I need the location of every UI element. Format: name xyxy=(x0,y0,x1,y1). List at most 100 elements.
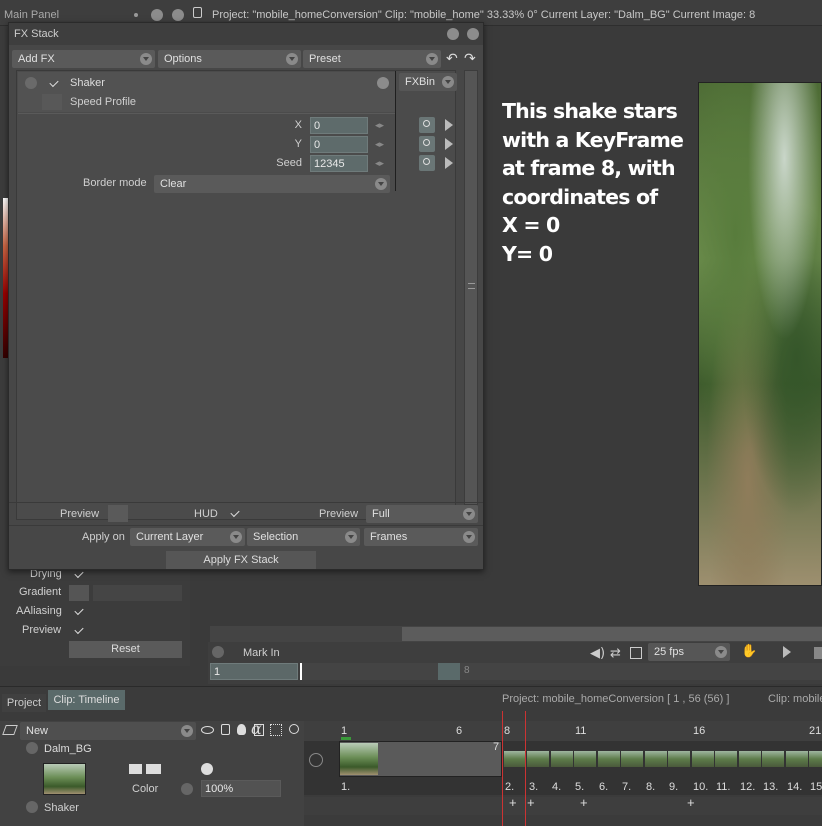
param-y-stepper-icon[interactable]: ◂▸ xyxy=(375,139,384,150)
tab-project[interactable]: Project xyxy=(2,694,46,712)
layers-icon[interactable] xyxy=(2,725,18,735)
color-dot-icon[interactable] xyxy=(201,763,213,775)
new-layer-dropdown[interactable]: New xyxy=(20,722,196,740)
reset-button[interactable]: Reset xyxy=(69,641,182,658)
undo-icon[interactable]: ↶ xyxy=(446,51,458,67)
stop-icon[interactable] xyxy=(814,647,822,659)
close-icon[interactable] xyxy=(467,28,479,40)
frame-7-label: 7 xyxy=(493,741,500,753)
gradient-swatch[interactable] xyxy=(69,585,89,601)
preview-mode-dropdown[interactable]: Full xyxy=(366,505,478,523)
param-seed-input[interactable]: 12345 xyxy=(310,155,368,172)
hand-icon[interactable]: ✋ xyxy=(741,644,757,659)
zoom-icon[interactable] xyxy=(289,724,299,734)
mark-in-icon[interactable] xyxy=(212,646,224,658)
param-y-key-icon[interactable] xyxy=(419,136,435,152)
fxbin-dropdown[interactable]: FXBin xyxy=(399,73,457,91)
play-icon[interactable] xyxy=(783,646,791,658)
redo-icon[interactable]: ↷ xyxy=(464,51,476,67)
frame-thumb xyxy=(574,751,596,767)
options-label: Options xyxy=(164,53,202,65)
chevron-down-icon xyxy=(715,646,727,658)
border-mode-label: Border mode xyxy=(83,177,147,189)
options-dropdown[interactable]: Options xyxy=(158,50,301,68)
ruler-tick: 16 xyxy=(693,725,706,737)
minimize-icon[interactable] xyxy=(447,28,459,40)
frame-label: 5. xyxy=(575,781,585,793)
chevron-down-icon xyxy=(375,178,387,190)
param-x-key-icon[interactable] xyxy=(419,117,435,133)
param-x-stepper-icon[interactable]: ◂▸ xyxy=(375,120,384,131)
viewer-scroll-thumb[interactable] xyxy=(402,627,822,641)
eye-icon[interactable] xyxy=(201,726,214,734)
add-fx-label: Add FX xyxy=(18,53,55,65)
frame-thumb xyxy=(739,751,761,767)
fx-stack-window: FX Stack Add FX Options Preset ↶ ↷ Shake… xyxy=(8,22,484,570)
keyframe-plus-icon[interactable]: + xyxy=(509,795,517,810)
frame-label: 4. xyxy=(552,781,562,793)
selection-dropdown[interactable]: Selection xyxy=(247,528,360,546)
param-seed-key-icon[interactable] xyxy=(419,155,435,171)
frames-dropdown[interactable]: Frames xyxy=(364,528,478,546)
close-icon[interactable] xyxy=(172,9,184,21)
opacity-minus-icon[interactable] xyxy=(181,783,193,795)
param-y-expand-icon[interactable] xyxy=(445,138,453,150)
frame-thumb xyxy=(504,751,526,767)
collapse-icon[interactable] xyxy=(151,9,163,21)
light-icon[interactable] xyxy=(237,724,246,735)
blend-s-icon[interactable] xyxy=(129,764,142,774)
chevron-down-icon xyxy=(345,531,357,543)
loop-icon[interactable]: ⇄ xyxy=(610,646,621,661)
fps-dropdown[interactable]: 25 fps xyxy=(648,643,730,661)
effect-menu-icon[interactable] xyxy=(377,77,389,89)
frame-slider-track[interactable]: 8 xyxy=(300,663,822,680)
ruler-tick: 6 xyxy=(456,725,463,737)
lock-icon[interactable] xyxy=(221,724,230,735)
apply-fx-stack-button[interactable]: Apply FX Stack xyxy=(166,551,316,569)
lock-icon[interactable] xyxy=(193,7,202,18)
param-x-input[interactable]: 0 xyxy=(310,117,368,134)
frame-box-icon[interactable] xyxy=(630,647,642,659)
effect-params-divider xyxy=(395,71,396,191)
chevron-down-icon xyxy=(426,53,438,65)
select-icon[interactable] xyxy=(270,724,282,736)
collapse-effect-icon[interactable] xyxy=(25,77,37,89)
speed-profile-swatch[interactable] xyxy=(42,94,62,110)
ruler-tick: 8 xyxy=(504,725,511,737)
preview-label: Preview xyxy=(60,508,100,520)
param-seed-stepper-icon[interactable]: ◂▸ xyxy=(375,158,384,169)
blend-plus-icon[interactable] xyxy=(146,764,161,774)
keyframe-plus-icon[interactable]: + xyxy=(687,795,695,810)
frame-label: 9. xyxy=(669,781,679,793)
param-x-expand-icon[interactable] xyxy=(445,119,453,131)
layer-collapse-icon[interactable] xyxy=(26,742,38,754)
add-fx-dropdown[interactable]: Add FX xyxy=(12,50,155,68)
gradient-label: Gradient xyxy=(19,586,62,598)
frame-thumb xyxy=(645,751,667,767)
current-frame-indicator[interactable] xyxy=(502,711,503,826)
keyframe-plus-icon[interactable]: + xyxy=(527,795,535,810)
frame-label: 15. xyxy=(810,781,822,793)
alpha-icon[interactable]: α xyxy=(251,719,262,738)
tab-clip-timeline[interactable]: Clip: Timeline xyxy=(48,690,125,710)
empty-layer-icon[interactable] xyxy=(309,753,323,767)
param-y-input[interactable]: 0 xyxy=(310,136,368,153)
preset-dropdown[interactable]: Preset xyxy=(303,50,441,68)
param-seed-expand-icon[interactable] xyxy=(445,157,453,169)
layer-header: New α Dalm_BG Color 100% Shaker xyxy=(0,719,304,826)
volume-icon[interactable]: ◀) xyxy=(590,646,605,661)
apply-on-dropdown[interactable]: Current Layer xyxy=(130,528,245,546)
preview-mode-label: Preview xyxy=(319,508,359,520)
timeline-panel: Project Clip: Timeline Project: mobile_h… xyxy=(0,686,822,826)
playhead-marker[interactable] xyxy=(300,663,302,680)
keyframe-plus-icon[interactable]: + xyxy=(580,795,588,810)
effect-name: Shaker xyxy=(70,77,105,89)
gradient-field[interactable] xyxy=(93,585,182,601)
fx-list-scrollbar[interactable] xyxy=(464,70,478,505)
frame-number-field[interactable]: 1 xyxy=(210,663,298,680)
shaker-add-icon[interactable] xyxy=(26,801,38,813)
border-mode-dropdown[interactable]: Clear xyxy=(154,175,390,193)
preview-swatch[interactable] xyxy=(108,505,128,522)
menu-dot-icon[interactable] xyxy=(134,13,138,17)
opacity-field[interactable]: 100% xyxy=(201,780,281,797)
